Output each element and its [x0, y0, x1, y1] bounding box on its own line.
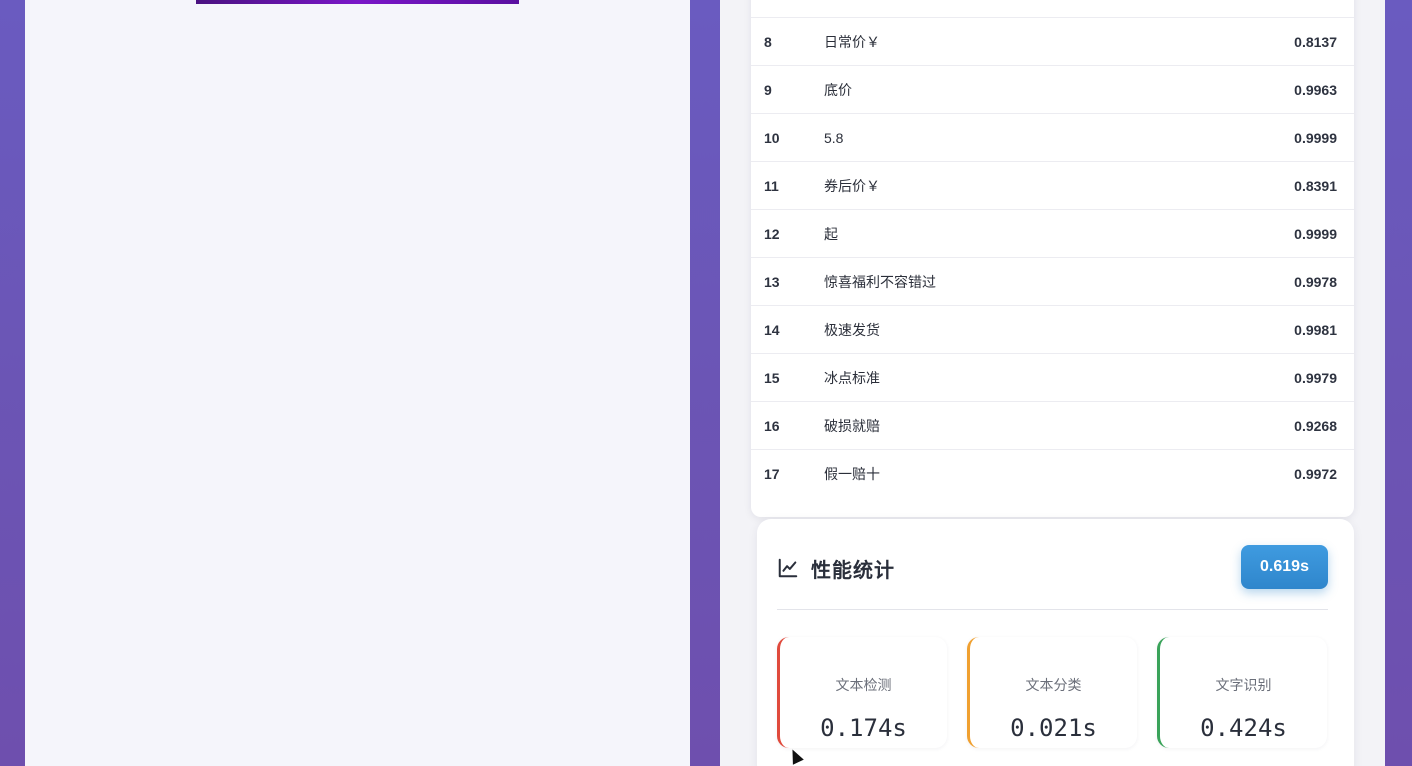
row-index: 8 — [764, 33, 772, 50]
row-text: 日常价￥ — [824, 33, 880, 50]
row-index: 16 — [764, 417, 780, 434]
divider — [777, 609, 1328, 610]
row-score: 0.9999 — [1294, 129, 1337, 146]
row-index: 9 — [764, 81, 772, 98]
stat-value: 0.021s — [1010, 714, 1097, 742]
row-index: 12 — [764, 225, 780, 242]
row-score: 0.9972 — [1294, 465, 1337, 482]
table-row: 15 冰点标准 0.9979 — [751, 353, 1354, 401]
row-text: 起 — [824, 225, 838, 242]
table-row: 8 日常价￥ 0.8137 — [751, 17, 1354, 65]
table-row: 10 5.8 0.9999 — [751, 113, 1354, 161]
stat-label: 文本分类 — [1025, 677, 1082, 693]
row-score: 0.9268 — [1294, 417, 1337, 434]
table-row: 11 券后价￥ 0.8391 — [751, 161, 1354, 209]
row-score: 0.9979 — [1294, 369, 1337, 386]
row-score: 0.9963 — [1294, 81, 1337, 98]
row-score: 0.9981 — [1294, 321, 1337, 338]
row-index: 13 — [764, 273, 780, 290]
table-row: 16 破损就赔 0.9268 — [751, 401, 1354, 449]
stat-value: 0.174s — [820, 714, 907, 742]
row-score: 0.9999 — [1294, 225, 1337, 242]
row-index: 11 — [764, 177, 779, 194]
row-index: 14 — [764, 321, 780, 338]
line-chart-icon — [778, 558, 798, 578]
table-row: 14 极速发货 0.9981 — [751, 305, 1354, 353]
stat-text-recognition: 文字识别 0.424s — [1157, 637, 1327, 748]
row-text: 假一赔十 — [824, 465, 880, 482]
row-index: 15 — [764, 369, 780, 386]
row-text: 冰点标准 — [824, 369, 880, 386]
table-row: 9 底价 0.9963 — [751, 65, 1354, 113]
table-row: 12 起 0.9999 — [751, 209, 1354, 257]
stat-label: 文字识别 — [1215, 677, 1272, 693]
row-index: 10 — [764, 129, 780, 146]
ocr-results-table: 8 日常价￥ 0.8137 9 底价 0.9963 10 5.8 0.9999 … — [751, 0, 1354, 517]
row-text: 底价 — [824, 81, 852, 98]
stat-text-detection: 文本检测 0.174s — [777, 637, 947, 748]
image-preview — [196, 0, 519, 4]
row-text: 极速发货 — [824, 321, 880, 338]
row-index: 17 — [764, 465, 780, 482]
table-row: 17 假一赔十 0.9972 — [751, 449, 1354, 497]
stat-value: 0.424s — [1200, 714, 1287, 742]
row-score: 0.9978 — [1294, 273, 1337, 290]
row-score: 0.8137 — [1294, 33, 1337, 50]
row-score: 0.8391 — [1294, 177, 1337, 194]
row-text: 5.8 — [824, 129, 844, 146]
table-row: 13 惊喜福利不容错过 0.9978 — [751, 257, 1354, 305]
total-time-badge: 0.619s — [1241, 545, 1328, 589]
performance-title: 性能统计 — [811, 559, 895, 582]
row-text: 破损就赔 — [824, 417, 880, 434]
results-panel: 8 日常价￥ 0.8137 9 底价 0.9963 10 5.8 0.9999 … — [720, 0, 1385, 766]
image-preview-panel — [25, 0, 690, 766]
stat-label: 文本检测 — [835, 677, 892, 693]
row-text: 券后价￥ — [824, 177, 880, 194]
performance-header: 性能统计 0.619s — [777, 545, 1328, 591]
performance-card: 性能统计 0.619s 文本检测 0.174s 文本分类 0.021s 文字识别… — [757, 519, 1354, 766]
stat-text-classification: 文本分类 0.021s — [967, 637, 1137, 748]
row-text: 惊喜福利不容错过 — [824, 273, 936, 290]
